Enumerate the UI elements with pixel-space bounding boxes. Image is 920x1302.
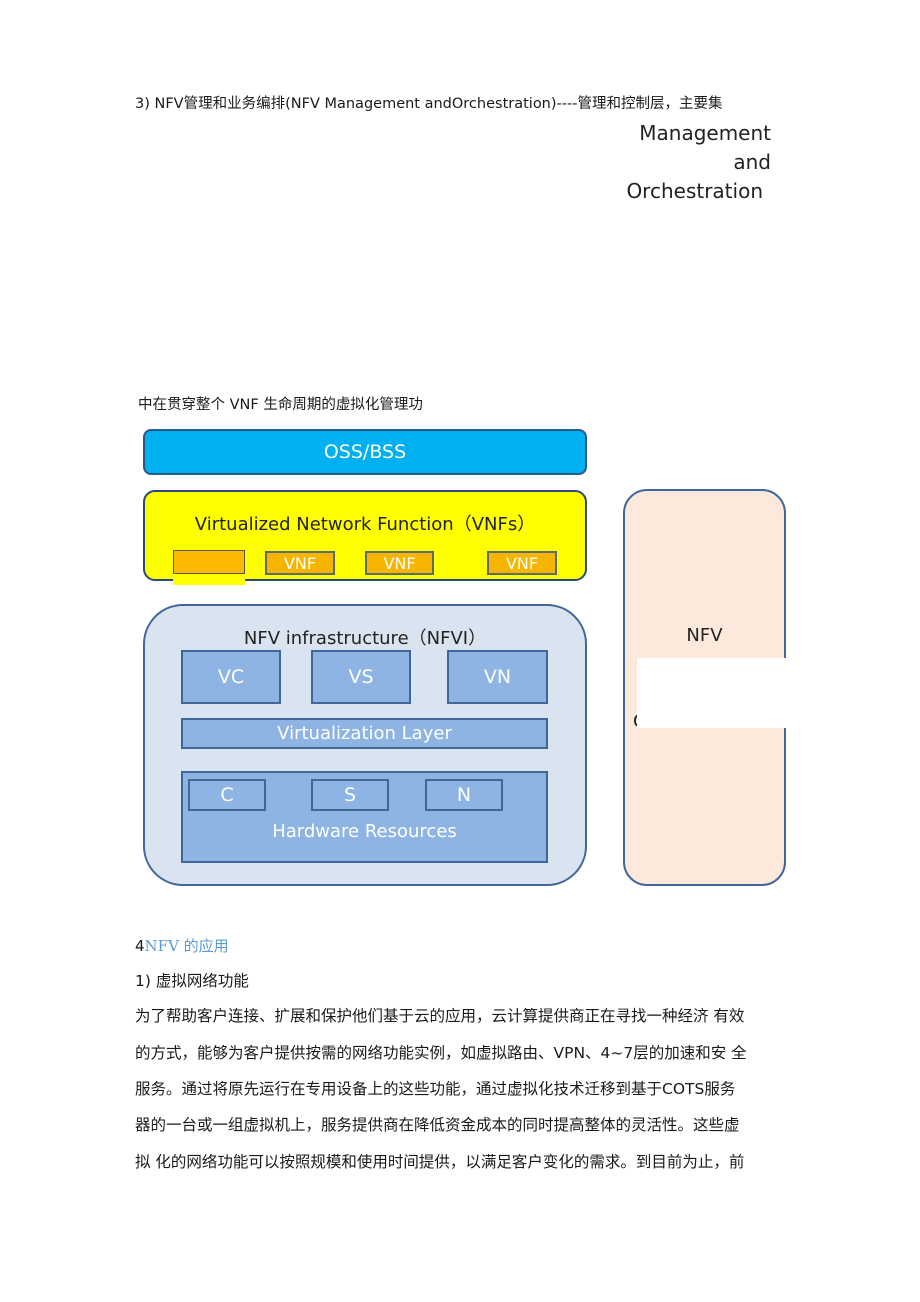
section-heading-number: 4 — [135, 937, 145, 955]
floating-label-and: and — [733, 150, 771, 174]
mano-title: NFV — [686, 625, 723, 646]
section-heading-text: NFV 的应用 — [144, 937, 229, 955]
intro-line-2: 中在贯穿整个 VNF 生命周期的虚拟化管理功 — [138, 397, 423, 413]
paragraph-line: 为了帮助客户连接、扩展和保护他们基于云的应用，云计算提供商正在寻找一种经济 有效 — [135, 1007, 745, 1025]
floating-label-management: Management — [639, 121, 771, 145]
virtualization-layer-box: Virtualization Layer — [181, 718, 548, 749]
network-box: N — [425, 779, 503, 811]
white-mask — [637, 658, 787, 728]
paragraph-line: 拟 化的网络功能可以按照规模和使用时间提供，以满足客户变化的需求。到目前为止，前 — [135, 1153, 745, 1171]
vs-box: VS — [311, 650, 411, 704]
vnf-box: VNF — [365, 551, 434, 575]
hardware-title: Hardware Resources — [272, 821, 457, 842]
storage-box: S — [311, 779, 389, 811]
vnf-box-blank — [173, 550, 245, 574]
vnfs-title: Virtualized Network Function（VNFs） — [194, 514, 536, 535]
paragraph-line: 的方式，能够为客户提供按需的网络功能实例，如虚拟路由、VPN、4~7层的加速和安… — [135, 1044, 747, 1062]
subsection-heading: 1) 虚拟网络功能 — [135, 972, 249, 990]
floating-label-orchestration: Orchestration — [626, 179, 763, 203]
document-page: 3) NFV管理和业务编排(NFV Management andOrchestr… — [0, 0, 920, 1302]
vnf-mask — [173, 573, 245, 585]
paragraph-line: 器的一台或一组虚拟机上，服务提供商在降低资金成本的同时提高整体的灵活性。这些虚 — [135, 1116, 740, 1134]
oss-bss-box: OSS/BSS — [143, 429, 587, 475]
compute-box: C — [188, 779, 266, 811]
section-heading: 4NFV 的应用 — [135, 935, 229, 956]
vn-box: VN — [447, 650, 548, 704]
intro-line-1: 3) NFV管理和业务编排(NFV Management andOrchestr… — [135, 96, 723, 112]
vc-box: VC — [181, 650, 281, 704]
paragraph-line: 服务。通过将原先运行在专用设备上的这些功能，通过虚拟化技术迁移到基于COTS服务 — [135, 1080, 736, 1098]
vnf-box: VNF — [487, 551, 557, 575]
vnf-box: VNF — [265, 551, 335, 575]
nfvi-title: NFV infrastructure（NFVI） — [243, 628, 487, 649]
